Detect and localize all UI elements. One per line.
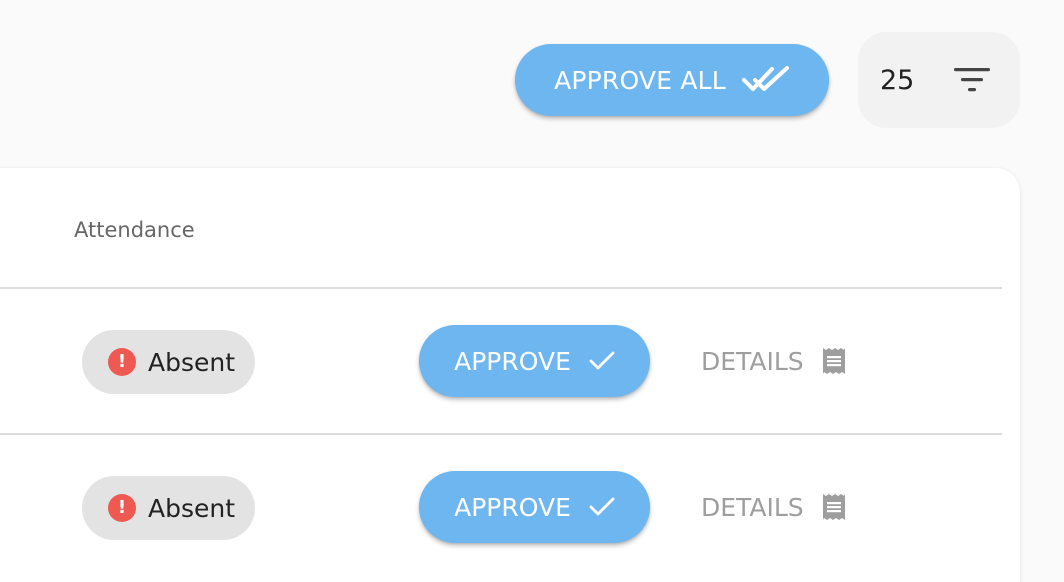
- alert-circle-icon: !: [108, 494, 136, 522]
- approve-label: APPROVE: [454, 492, 571, 522]
- check-icon: [589, 496, 615, 518]
- status-badge: ! Absent: [82, 476, 255, 540]
- approve-button[interactable]: APPROVE: [419, 471, 650, 543]
- double-check-icon: [741, 65, 790, 95]
- details-label: DETAILS: [701, 346, 804, 376]
- details-button[interactable]: DETAILS: [701, 335, 846, 387]
- page: APPROVE ALL 25 Attendance ! Absent APPRO…: [0, 0, 1064, 582]
- check-icon: [589, 350, 615, 372]
- status-badge: ! Absent: [82, 330, 255, 394]
- status-label: Absent: [148, 493, 236, 523]
- receipt-icon: [822, 347, 846, 375]
- details-button[interactable]: DETAILS: [701, 481, 846, 533]
- table-row: ! Absent APPROVE DETAILS: [0, 435, 1002, 579]
- approve-label: APPROVE: [454, 346, 571, 376]
- table-row: ! Absent APPROVE DETAILS: [0, 289, 1002, 433]
- approve-button[interactable]: APPROVE: [419, 325, 650, 397]
- column-header-attendance: Attendance: [74, 218, 195, 242]
- approve-all-label: APPROVE ALL: [554, 65, 726, 95]
- details-label: DETAILS: [701, 492, 804, 522]
- rows-per-page-value: 25: [880, 64, 915, 96]
- status-label: Absent: [148, 347, 236, 377]
- receipt-icon: [822, 493, 846, 521]
- approve-all-button[interactable]: APPROVE ALL: [515, 44, 829, 116]
- filter-list-icon[interactable]: [952, 65, 992, 95]
- rows-per-page-control[interactable]: 25: [858, 32, 1020, 128]
- alert-circle-icon: !: [108, 348, 136, 376]
